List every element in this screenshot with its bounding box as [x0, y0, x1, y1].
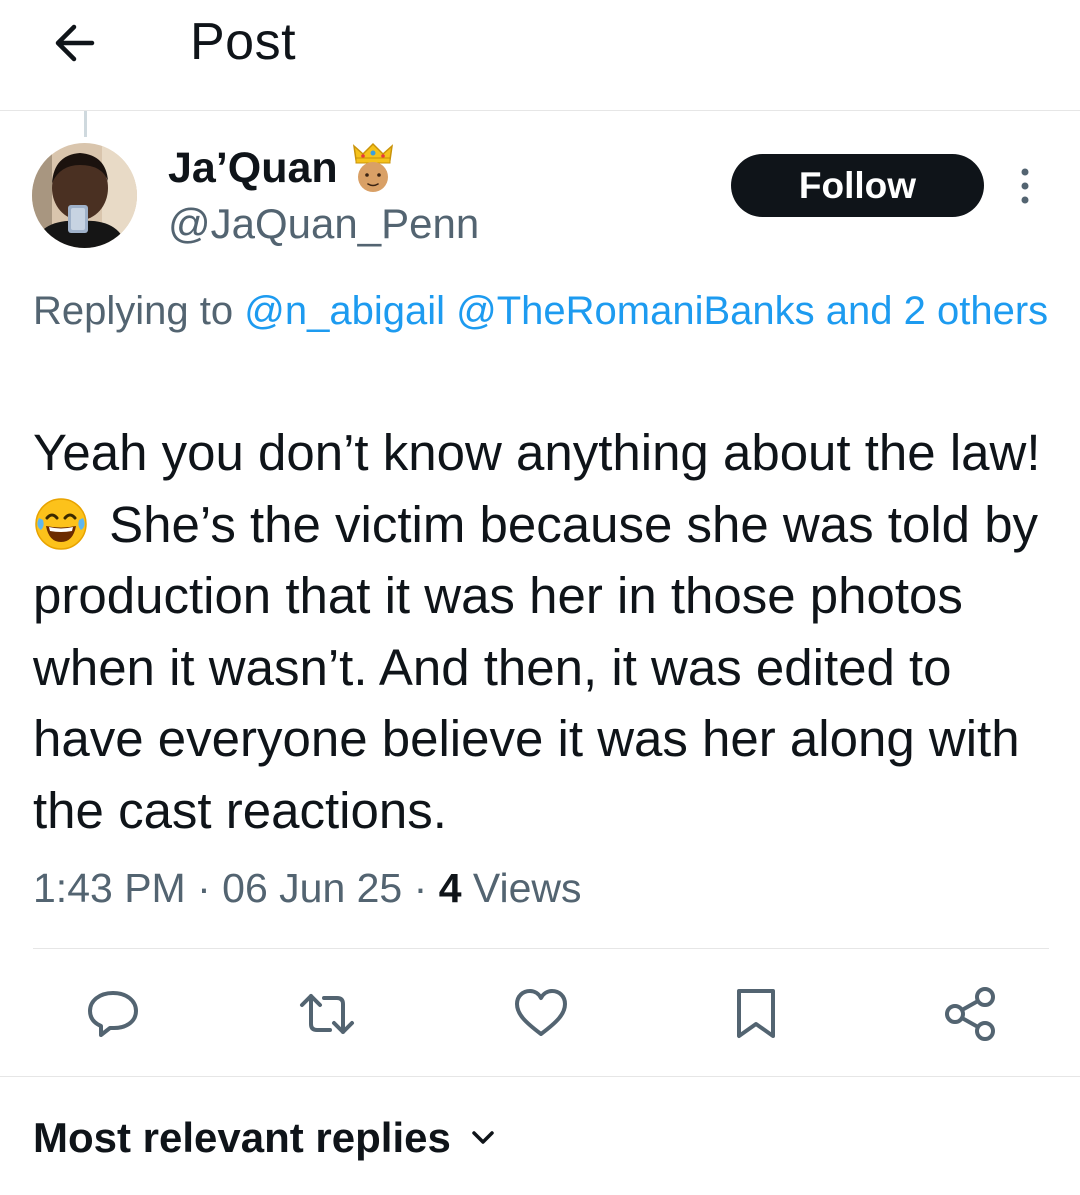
retweet-icon[interactable]	[297, 984, 357, 1044]
author-name-row[interactable]: Ja’Quan	[168, 142, 396, 194]
thread-connector-line	[84, 111, 87, 137]
face-with-tears-of-joy-icon	[35, 497, 87, 550]
separator: ·	[402, 865, 439, 911]
tweet-meta: 1:43 PM · 06 Jun 25 · 4 Views	[33, 865, 582, 912]
page-title: Post	[190, 13, 297, 71]
follow-button[interactable]: Follow	[731, 154, 984, 217]
mention-link[interactable]: @n_abigail	[244, 289, 445, 333]
tweet-text-part: She’s the victim because she was told by…	[33, 495, 1039, 839]
divider	[0, 1076, 1080, 1077]
chevron-down-icon	[472, 1131, 494, 1144]
post-time: 1:43 PM	[33, 865, 186, 911]
top-bar: Post	[0, 0, 1080, 111]
more-options-icon[interactable]	[1012, 166, 1038, 206]
bookmark-icon[interactable]	[726, 984, 786, 1044]
author-name: Ja’Quan	[168, 143, 338, 192]
reply-context: Replying to @n_abigail @TheRomaniBanks a…	[33, 280, 1063, 342]
post-date: 06 Jun 25	[222, 865, 403, 911]
tweet-body: Yeah you don’t know anything about the l…	[33, 417, 1063, 846]
arrow-left-icon[interactable]	[50, 18, 100, 68]
avatar[interactable]	[32, 143, 137, 248]
others-link[interactable]: and 2 others	[826, 289, 1048, 333]
replies-sort-label: Most relevant replies	[33, 1114, 451, 1161]
like-icon[interactable]	[511, 984, 571, 1044]
share-icon[interactable]	[940, 984, 1000, 1044]
separator: ·	[185, 865, 223, 911]
author-handle[interactable]: @JaQuan_Penn	[168, 200, 479, 248]
views-count[interactable]: 4	[439, 865, 462, 911]
tweet-text-part: Yeah you don’t know anything about the l…	[33, 424, 1041, 481]
crown-person-emoji-icon	[352, 142, 393, 192]
mention-link[interactable]: @TheRomaniBanks	[456, 289, 815, 333]
reply-icon[interactable]	[83, 984, 143, 1044]
replying-to-label: Replying to	[33, 289, 245, 333]
divider	[33, 948, 1049, 949]
views-label[interactable]: Views	[473, 865, 582, 911]
replies-sort-dropdown[interactable]: Most relevant replies	[33, 1114, 497, 1162]
